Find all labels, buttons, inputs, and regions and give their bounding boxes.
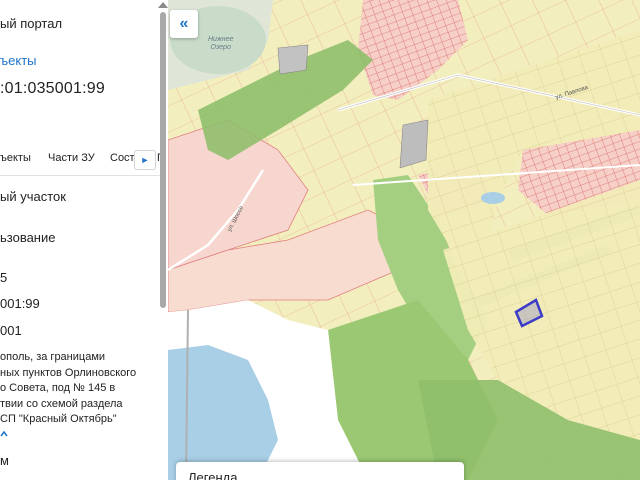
- map-canvas[interactable]: [168, 0, 640, 480]
- chevron-up-icon[interactable]: [0, 430, 8, 438]
- small-pond: [481, 192, 505, 204]
- info-panel: ый портал ъекты :01:035001:99 ъекты Част…: [0, 0, 168, 480]
- tab-parts[interactable]: Части ЗУ: [48, 152, 95, 164]
- gray-parcel-2: [277, 44, 309, 75]
- tab-objects[interactable]: ъекты: [0, 152, 31, 164]
- field-number: 001:99: [0, 296, 40, 311]
- field-quarter: 001: [0, 323, 22, 338]
- field-usage: ьзование: [0, 230, 56, 245]
- cadastral-map[interactable]: [168, 0, 640, 480]
- tabs-scroll-right-button[interactable]: ►: [134, 150, 156, 170]
- panel-scrollbar[interactable]: [160, 12, 166, 308]
- cadastral-number: :01:035001:99: [0, 80, 105, 97]
- collapse-panel-button[interactable]: «: [170, 10, 198, 38]
- legend-title: Легенда: [188, 470, 238, 480]
- legend-panel[interactable]: Легенда: [176, 462, 464, 480]
- field-category: ый участок: [0, 189, 66, 204]
- lake-label: Нижнее Озеро: [208, 36, 234, 51]
- field-value-1: 5: [0, 270, 8, 285]
- gray-parcel-1: [399, 119, 429, 169]
- scroll-up-arrow-icon[interactable]: [158, 2, 168, 8]
- field-area: м: [0, 453, 9, 468]
- objects-link[interactable]: ъекты: [0, 53, 37, 68]
- portal-title: ый портал: [0, 16, 63, 31]
- field-address: ополь, за границами ных пунктов Орлиновс…: [0, 351, 137, 425]
